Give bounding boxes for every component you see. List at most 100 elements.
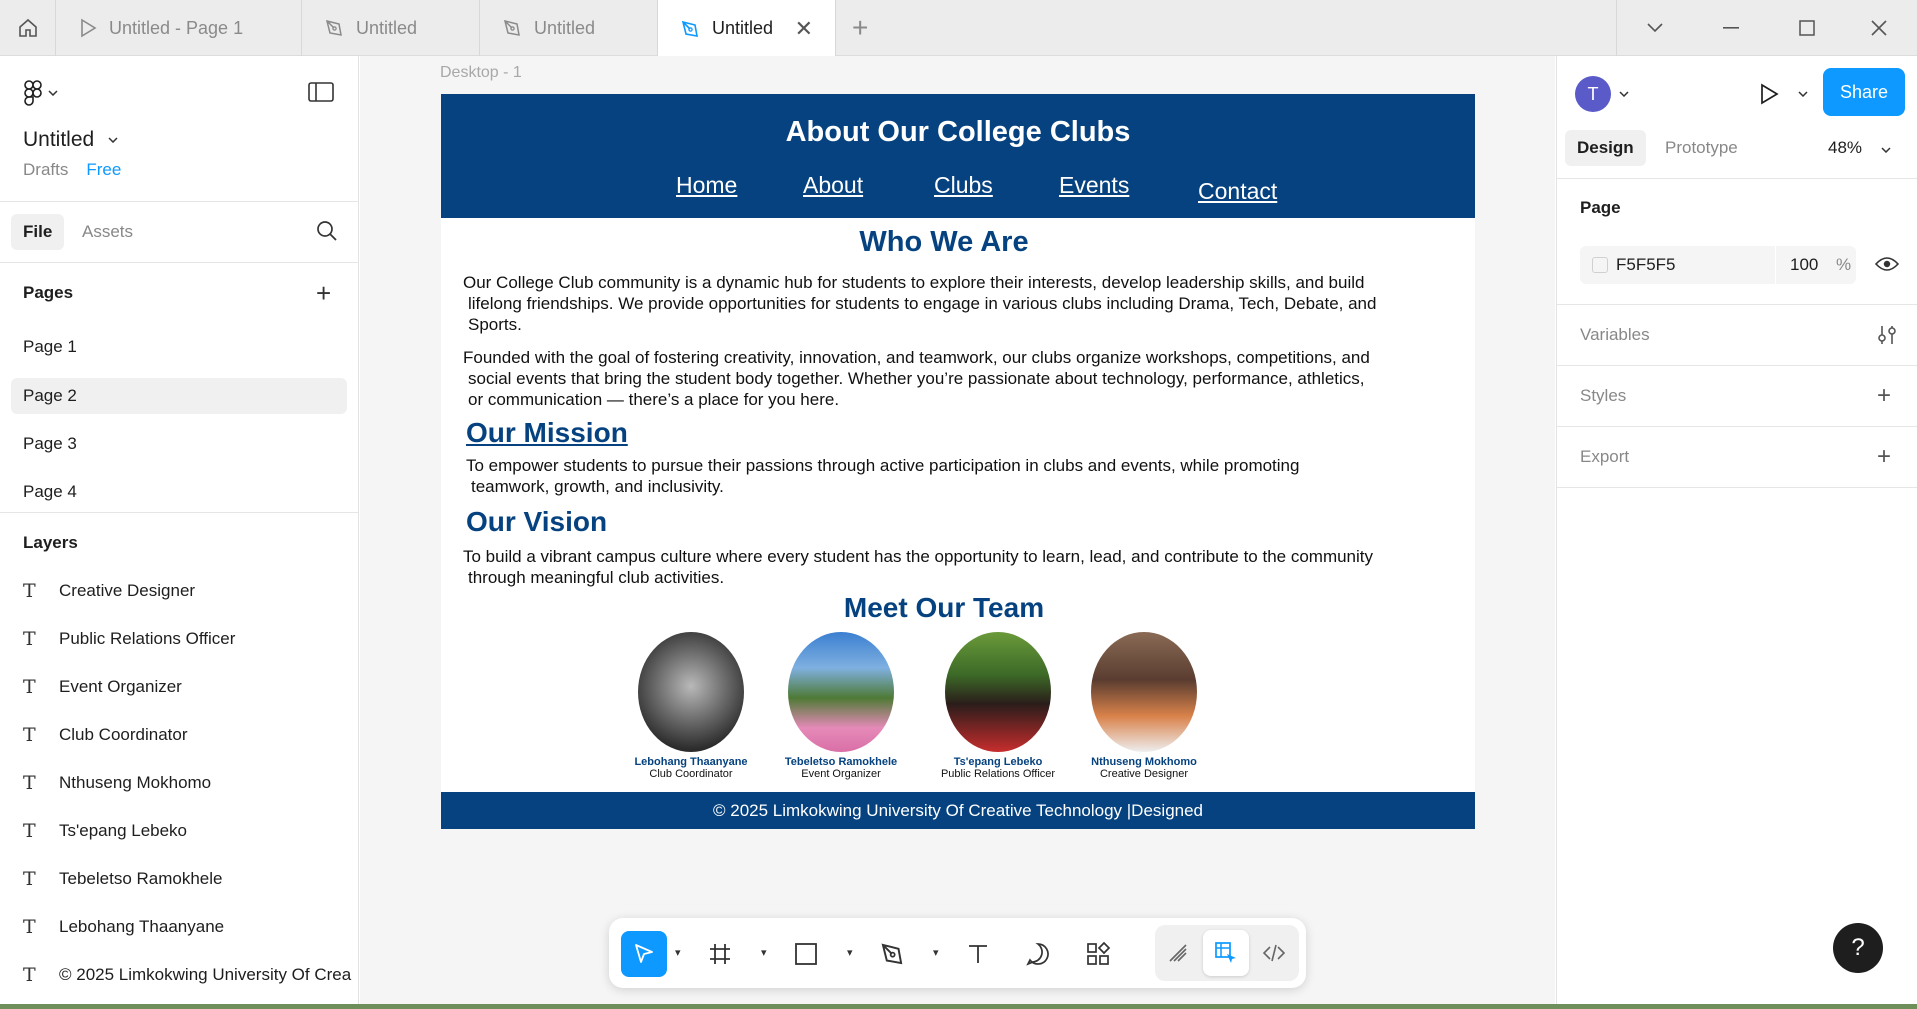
search-icon[interactable] — [316, 220, 338, 247]
chevron-down-icon[interactable]: ▾ — [933, 946, 939, 959]
comment-tool[interactable] — [1015, 931, 1061, 977]
drafts-label[interactable]: Drafts — [23, 160, 68, 180]
member-name: Nthuseng Mokhomo — [1091, 756, 1197, 768]
layer-label: Event Organizer — [59, 677, 182, 696]
page-item-3[interactable]: Page 3 — [11, 426, 347, 462]
chevron-down-icon — [108, 137, 118, 143]
nav-home[interactable]: Home — [676, 172, 737, 199]
layer-item[interactable]: T Nthuseng Mokhomo — [23, 768, 211, 798]
chevron-down-icon[interactable]: ▾ — [675, 946, 681, 959]
code-icon — [1262, 944, 1286, 962]
shape-tool[interactable] — [783, 931, 829, 977]
page-item-2[interactable]: Page 2 — [11, 378, 347, 414]
zoom-level[interactable]: 48% — [1828, 138, 1891, 158]
help-button[interactable]: ? — [1833, 923, 1883, 973]
chevron-down-icon[interactable] — [1619, 91, 1629, 97]
team-member[interactable]: Lebohang Thaanyane Club Coordinator — [631, 632, 751, 780]
layer-item[interactable]: T Lebohang Thaanyane — [23, 912, 224, 942]
layer-item[interactable]: T Ts'epang Lebeko — [23, 816, 187, 846]
main-menu-button[interactable] — [24, 80, 58, 106]
team-heading[interactable]: Meet Our Team — [441, 592, 1447, 624]
chevron-down-icon[interactable]: ▾ — [847, 946, 853, 959]
present-play-icon[interactable] — [1759, 83, 1779, 105]
nav-events[interactable]: Events — [1059, 172, 1129, 199]
frame-label[interactable]: Desktop - 1 — [440, 64, 522, 82]
design-mode[interactable] — [1203, 930, 1249, 976]
who-we-are-text-1[interactable]: Our College Club community is a dynamic … — [463, 272, 1376, 335]
tab-bar: Untitled - Page 1 Untitled Untitled Unti… — [0, 0, 1917, 57]
mission-heading[interactable]: Our Mission — [466, 417, 628, 449]
add-style-icon[interactable]: + — [1877, 384, 1891, 408]
resources-tool[interactable] — [1075, 931, 1121, 977]
file-title[interactable]: Untitled — [23, 128, 118, 152]
text-tool[interactable] — [955, 931, 1001, 977]
chevron-down-icon[interactable] — [1798, 91, 1808, 97]
draw-mode[interactable] — [1155, 930, 1201, 976]
tab-untitled-active[interactable]: Untitled ✕ — [658, 0, 836, 57]
team-member[interactable]: Nthuseng Mokhomo Creative Designer — [1084, 632, 1204, 780]
dev-mode[interactable] — [1251, 930, 1297, 976]
vision-heading[interactable]: Our Vision — [466, 506, 607, 538]
add-export-icon[interactable]: + — [1877, 445, 1891, 469]
nav-contact[interactable]: Contact — [1198, 178, 1277, 205]
team-member[interactable]: Tebeletso Ramokhele Event Organizer — [781, 632, 901, 780]
close-tab-icon[interactable]: ✕ — [795, 16, 813, 42]
sidebar-toggle-icon[interactable] — [308, 82, 334, 107]
new-tab-icon[interactable]: + — [852, 14, 868, 42]
member-role: Event Organizer — [801, 768, 881, 780]
tab-untitled-3[interactable]: Untitled — [480, 0, 658, 56]
tab-design[interactable]: Design — [1565, 130, 1646, 166]
file-location: Drafts Free — [23, 160, 121, 180]
who-we-are-text-2[interactable]: Founded with the goal of fostering creat… — [463, 347, 1370, 410]
tab-label: Untitled — [712, 18, 774, 38]
add-page-icon[interactable]: + — [316, 280, 331, 306]
layer-item[interactable]: T Tebeletso Ramokhele — [23, 864, 222, 894]
divider — [1557, 365, 1917, 366]
canvas[interactable]: Desktop - 1 About Our College Clubs Home… — [360, 56, 1555, 1004]
move-tool[interactable] — [621, 931, 667, 977]
vision-text[interactable]: To build a vibrant campus culture where … — [463, 546, 1373, 588]
tab-untitled-2[interactable]: Untitled — [302, 0, 480, 56]
nav-about[interactable]: About — [803, 172, 863, 199]
desktop-frame[interactable]: About Our College Clubs Home About Clubs… — [441, 94, 1475, 829]
tab-prototype[interactable]: Prototype — [1653, 130, 1750, 166]
tab-untitled-page-1[interactable]: Untitled - Page 1 — [57, 0, 302, 56]
mission-text[interactable]: To empower students to pursue their pass… — [466, 455, 1299, 497]
layer-item[interactable]: T © 2025 Limkokwing University Of Crea — [23, 960, 351, 990]
chevron-down-icon[interactable] — [1617, 0, 1693, 56]
team-member[interactable]: Ts'epang Lebeko Public Relations Officer — [938, 632, 1058, 780]
layer-item[interactable]: T Club Coordinator — [23, 720, 188, 750]
layer-label: Lebohang Thaanyane — [59, 917, 225, 936]
avatar[interactable]: T — [1575, 76, 1611, 112]
home-tab[interactable] — [0, 0, 56, 56]
layer-item[interactable]: T Creative Designer — [23, 576, 195, 606]
close-window-icon[interactable] — [1841, 0, 1917, 56]
layer-item[interactable]: T Event Organizer — [23, 672, 182, 702]
fill-opacity[interactable]: 100 — [1790, 255, 1818, 275]
site-footer[interactable]: © 2025 Limkokwing University Of Creative… — [441, 792, 1475, 829]
chevron-down-icon[interactable]: ▾ — [761, 946, 767, 959]
pen-tool[interactable] — [869, 931, 915, 977]
who-we-are-heading[interactable]: Who We Are — [441, 226, 1447, 259]
color-swatch[interactable] — [1592, 257, 1608, 273]
layer-item[interactable]: T Public Relations Officer — [23, 624, 235, 654]
nav-clubs[interactable]: Clubs — [934, 172, 993, 199]
share-button[interactable]: Share — [1823, 68, 1905, 116]
fill-hex[interactable]: F5F5F5 — [1616, 255, 1676, 275]
eye-icon[interactable] — [1875, 256, 1899, 272]
tab-file[interactable]: File — [11, 214, 65, 250]
plan-badge[interactable]: Free — [86, 160, 121, 180]
maximize-icon[interactable] — [1769, 0, 1845, 56]
minimize-icon[interactable] — [1693, 0, 1769, 56]
site-header[interactable]: About Our College Clubs Home About Clubs… — [441, 94, 1475, 218]
variables-settings-icon[interactable] — [1877, 324, 1897, 346]
frame-tool[interactable] — [697, 931, 743, 977]
layer-label: Nthuseng Mokhomo — [59, 773, 212, 792]
text-layer-icon: T — [23, 772, 36, 794]
page-fill-input[interactable]: F5F5F5 100 % — [1580, 246, 1856, 284]
site-title[interactable]: About Our College Clubs — [441, 116, 1475, 149]
page-item-4[interactable]: Page 4 — [11, 474, 347, 510]
pen-icon — [681, 20, 698, 37]
tab-assets[interactable]: Assets — [70, 214, 145, 250]
page-item-1[interactable]: Page 1 — [11, 329, 347, 365]
